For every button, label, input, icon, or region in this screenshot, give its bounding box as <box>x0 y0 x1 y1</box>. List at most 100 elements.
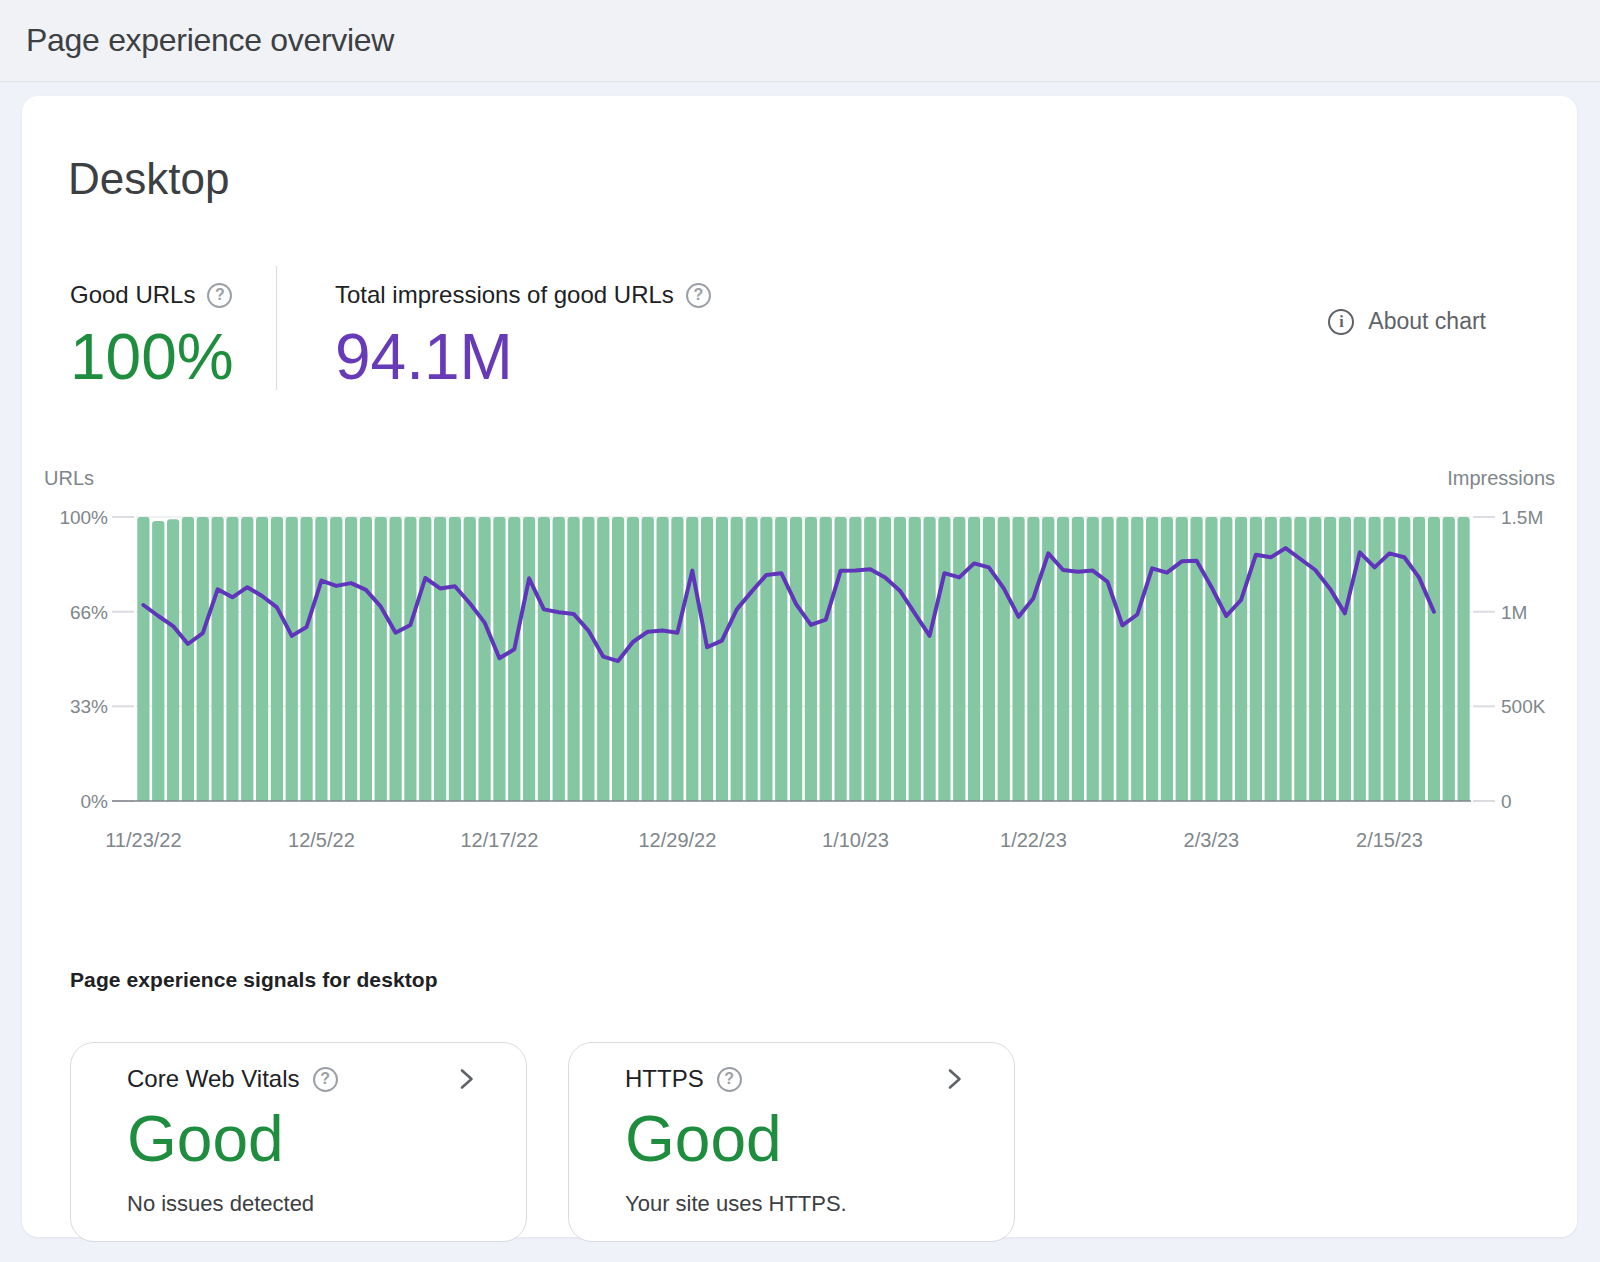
bar[interactable] <box>894 517 906 801</box>
bar[interactable] <box>286 517 298 801</box>
bar[interactable] <box>479 517 491 801</box>
bar[interactable] <box>568 517 580 801</box>
bar[interactable] <box>137 517 149 801</box>
help-icon[interactable]: ? <box>313 1067 338 1092</box>
bar[interactable] <box>1458 517 1470 801</box>
bar[interactable] <box>760 517 772 801</box>
bar[interactable] <box>701 517 713 801</box>
about-chart-button[interactable]: i About chart <box>1328 308 1486 335</box>
bar[interactable] <box>523 517 535 801</box>
left-axis-tick-label: 0% <box>81 791 109 812</box>
bar[interactable] <box>1339 517 1351 801</box>
bar[interactable] <box>271 517 283 801</box>
chart[interactable]: 100%1.5M66%1M33%500K0%0URLsImpressions11… <box>22 456 1577 866</box>
bar[interactable] <box>938 517 950 801</box>
chevron-right-icon[interactable] <box>940 1065 968 1093</box>
bar[interactable] <box>1324 517 1336 801</box>
bar[interactable] <box>1087 517 1099 801</box>
bar[interactable] <box>553 517 565 801</box>
bar[interactable] <box>790 517 802 801</box>
bar[interactable] <box>627 517 639 801</box>
bar[interactable] <box>182 517 194 801</box>
bar[interactable] <box>1205 517 1217 801</box>
bar[interactable] <box>805 517 817 801</box>
https-description: Your site uses HTTPS. <box>625 1191 847 1217</box>
bar[interactable] <box>686 517 698 801</box>
bar[interactable] <box>315 517 327 801</box>
bar[interactable] <box>212 517 224 801</box>
right-axis-tick-label: 1M <box>1501 602 1527 623</box>
bar[interactable] <box>390 517 402 801</box>
bar[interactable] <box>538 517 550 801</box>
bar[interactable] <box>671 517 683 801</box>
bar[interactable] <box>404 517 416 801</box>
bar[interactable] <box>849 517 861 801</box>
bar[interactable] <box>642 517 654 801</box>
bar[interactable] <box>167 519 179 801</box>
help-icon[interactable]: ? <box>686 283 711 308</box>
bar[interactable] <box>1161 517 1173 801</box>
bar[interactable] <box>1280 517 1292 801</box>
bar[interactable] <box>746 517 758 801</box>
bar[interactable] <box>1235 517 1247 801</box>
bar[interactable] <box>419 517 431 801</box>
bar[interactable] <box>1265 517 1277 801</box>
bar[interactable] <box>434 517 446 801</box>
bar[interactable] <box>345 517 357 801</box>
bar[interactable] <box>152 521 164 801</box>
bar[interactable] <box>1428 517 1440 801</box>
bar[interactable] <box>1027 517 1039 801</box>
bar[interactable] <box>449 517 461 801</box>
chart-svg[interactable]: 100%1.5M66%1M33%500K0%0URLsImpressions11… <box>22 456 1577 866</box>
bar[interactable] <box>731 517 743 801</box>
bar[interactable] <box>508 517 520 801</box>
bar[interactable] <box>775 517 787 801</box>
bar[interactable] <box>256 517 268 801</box>
bar[interactable] <box>879 517 891 801</box>
bar[interactable] <box>1369 517 1381 801</box>
bar[interactable] <box>657 517 669 801</box>
bar[interactable] <box>1116 517 1128 801</box>
bar[interactable] <box>1072 517 1084 801</box>
bar[interactable] <box>1146 517 1158 801</box>
help-icon[interactable]: ? <box>207 283 232 308</box>
help-icon[interactable]: ? <box>717 1067 742 1092</box>
bar[interactable] <box>953 517 965 801</box>
bar[interactable] <box>968 517 980 801</box>
right-axis-tick-label: 1.5M <box>1501 507 1543 528</box>
bar[interactable] <box>360 517 372 801</box>
bar[interactable] <box>864 517 876 801</box>
bar[interactable] <box>716 517 728 801</box>
bar[interactable] <box>226 517 238 801</box>
x-axis-date-label: 12/5/22 <box>288 829 355 851</box>
left-axis-tick-label: 66% <box>70 602 108 623</box>
bar[interactable] <box>998 517 1010 801</box>
bar[interactable] <box>924 517 936 801</box>
core-web-vitals-card[interactable]: Core Web Vitals ? Good No issues detecte… <box>70 1042 527 1242</box>
stats-divider <box>276 266 277 390</box>
bar[interactable] <box>330 517 342 801</box>
bar[interactable] <box>1443 517 1455 801</box>
bar[interactable] <box>1102 517 1114 801</box>
bar[interactable] <box>1131 517 1143 801</box>
bar[interactable] <box>983 517 995 801</box>
bar[interactable] <box>301 517 313 801</box>
about-chart-label: About chart <box>1368 308 1486 335</box>
bar[interactable] <box>464 517 476 801</box>
bar[interactable] <box>197 517 209 801</box>
x-axis-date-label: 12/17/22 <box>460 829 538 851</box>
bar[interactable] <box>1220 517 1232 801</box>
bar[interactable] <box>1309 517 1321 801</box>
bar[interactable] <box>1413 517 1425 801</box>
https-card[interactable]: HTTPS ? Good Your site uses HTTPS. <box>568 1042 1015 1242</box>
bar[interactable] <box>375 517 387 801</box>
bar[interactable] <box>1057 517 1069 801</box>
bar[interactable] <box>1013 517 1025 801</box>
bar[interactable] <box>835 517 847 801</box>
chevron-right-icon[interactable] <box>452 1065 480 1093</box>
bar[interactable] <box>909 517 921 801</box>
bar[interactable] <box>241 517 253 801</box>
bar[interactable] <box>582 517 594 801</box>
bar[interactable] <box>820 517 832 801</box>
good-urls-label: Good URLs <box>70 281 195 309</box>
